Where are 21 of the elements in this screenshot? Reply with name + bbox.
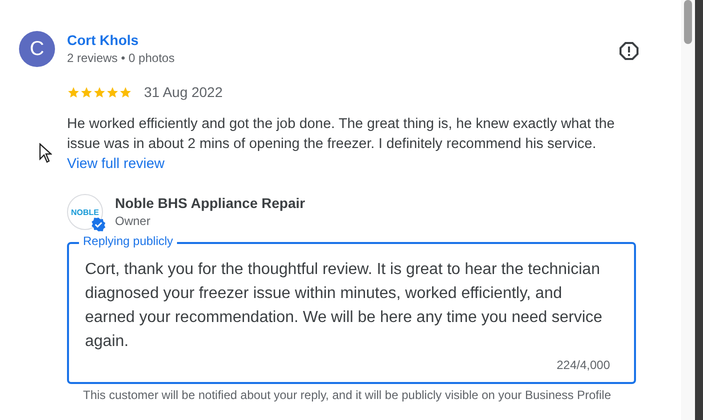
report-icon[interactable] bbox=[619, 41, 639, 61]
business-logo: NOBLE bbox=[67, 194, 103, 230]
star-icon bbox=[80, 86, 93, 98]
avatar: C bbox=[19, 31, 55, 67]
field-label: Replying publicly bbox=[79, 233, 178, 249]
author-link[interactable]: Cort Khols bbox=[67, 32, 175, 48]
star-icon bbox=[106, 86, 119, 98]
character-counter: 224/4,000 bbox=[556, 358, 610, 372]
review-text: He worked efficiently and got the job done. The great thing is, he knew exactly what the issue was in about 2 mins of opening the freezer. I definitely recommend his service. View full review bbox=[67, 115, 616, 174]
author-meta: 2 reviews • 0 photos bbox=[67, 51, 175, 65]
mouse-pointer-icon bbox=[39, 143, 52, 163]
star-icon bbox=[93, 86, 106, 98]
helper-text: This customer will be notified about your reply, and it will be publicly visible on your Business Profile bbox=[83, 388, 612, 402]
owner-role: Owner bbox=[115, 214, 152, 228]
scrollbar-thumb[interactable] bbox=[684, 0, 692, 44]
star-icon bbox=[119, 86, 132, 98]
reply-field[interactable]: Replying publicly Cort, thank you for the thoughtful review. It is great to hear the technician diagnosed your freezer issue within minutes, worked efficiently, and earned your recommendation. We will be here any time you need service again. 224/4,000 bbox=[67, 233, 636, 384]
review-date: 31 Aug 2022 bbox=[144, 84, 223, 100]
star-icon bbox=[67, 86, 80, 98]
view-full-review-link[interactable]: View full review bbox=[67, 156, 165, 172]
business-name: Noble BHS Appliance Repair bbox=[115, 195, 306, 211]
